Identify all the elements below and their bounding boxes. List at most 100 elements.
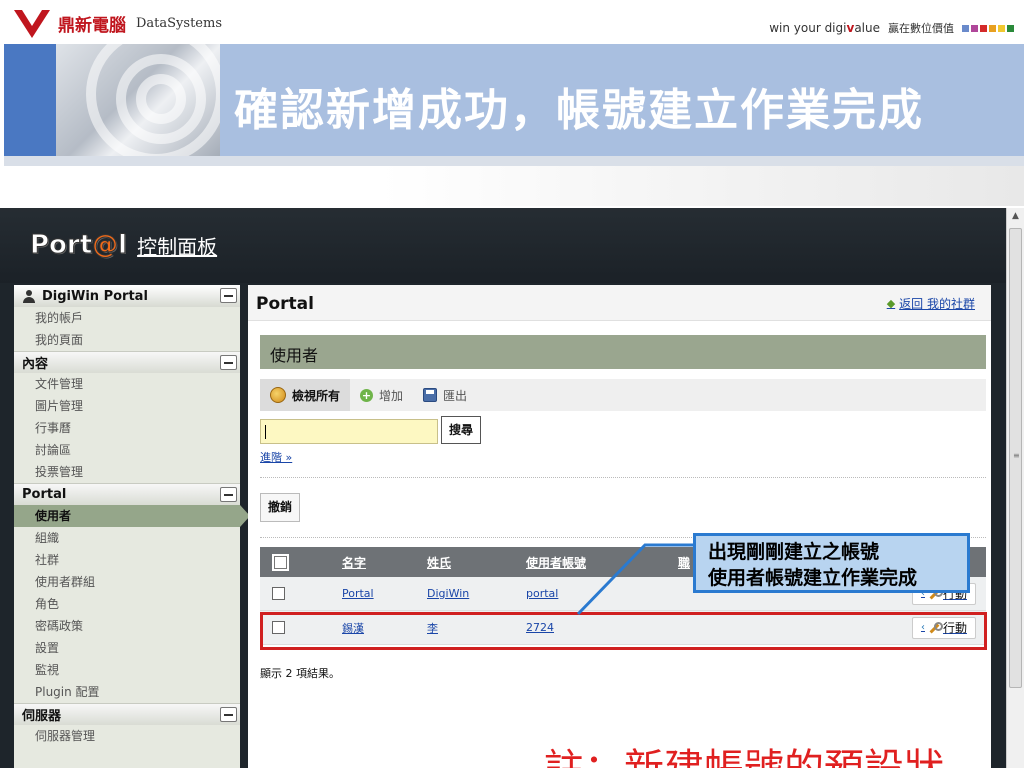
row-first-name[interactable]: Portal	[342, 587, 427, 600]
sidebar-item[interactable]: 使用者群組	[14, 571, 240, 593]
portal-logo-at: @	[92, 230, 119, 261]
deactivate-button[interactable]: 撤銷	[260, 493, 300, 522]
sidebar-item[interactable]: 文件管理	[14, 373, 240, 395]
sidebar-section-header[interactable]: 伺服器	[14, 703, 240, 725]
sidebar-item[interactable]: 組織	[14, 527, 240, 549]
header-last-name[interactable]: 姓氏	[427, 554, 526, 571]
scroll-thumb[interactable]: ≡	[1009, 228, 1022, 688]
row-last-name[interactable]: DigiWin	[427, 587, 526, 600]
divider	[260, 477, 986, 478]
slogan-color-squares	[962, 24, 1014, 32]
select-all-checkbox[interactable]	[272, 553, 289, 571]
control-panel-link[interactable]: 控制面板	[137, 231, 217, 260]
back-to-my-community-link[interactable]: ◆ 返回 我的社群	[887, 295, 975, 312]
banner-fade	[380, 166, 1024, 206]
slogan-chinese: 贏在數位價值	[888, 22, 954, 35]
tab-add[interactable]: + 增加	[350, 379, 413, 411]
sidebar-item[interactable]: 設置	[14, 637, 240, 659]
callout-box: 出現剛剛建立之帳號 使用者帳號建立作業完成	[693, 533, 970, 593]
portal-logo-area: Port@l 控制面板	[29, 230, 217, 261]
sidebar-item[interactable]: 圖片管理	[14, 395, 240, 417]
slogan-color-square	[962, 24, 969, 32]
logo-chinese-name: 鼎新電腦	[58, 15, 126, 36]
page-title: Portal	[256, 294, 314, 314]
sidebar-section-header[interactable]: Portal	[14, 483, 240, 505]
callout-line-2: 使用者帳號建立作業完成	[708, 567, 918, 589]
collapse-minus-icon[interactable]	[220, 487, 237, 502]
user-icon	[22, 289, 36, 303]
slogan-prefix: win your digi	[769, 21, 847, 35]
banner-bottom-strip	[4, 156, 1024, 166]
slogan-color-square	[980, 24, 987, 32]
slide-title: 確認新增成功，帳號建立作業完成	[234, 85, 924, 136]
collapse-minus-icon[interactable]	[220, 355, 237, 370]
slogan-v: v	[846, 21, 855, 35]
slogan: win your digi v alue 贏在數位價值	[769, 20, 1014, 36]
add-icon: +	[360, 388, 374, 402]
sidebar-item[interactable]: 我的頁面	[14, 329, 240, 351]
company-logo: 鼎新電腦 DataSystems	[12, 6, 222, 40]
sidebar-item[interactable]: 投票管理	[14, 461, 240, 483]
note-clip: 註：新建帳號的預設狀	[540, 730, 1006, 768]
result-count: 顯示 2 項結果。	[260, 667, 340, 680]
collapse-minus-icon[interactable]	[220, 288, 237, 303]
company-logo-mark-icon	[14, 10, 50, 38]
sidebar-item[interactable]: 角色	[14, 593, 240, 615]
vertical-scrollbar[interactable]: ▲ ≡	[1006, 208, 1024, 768]
advanced-search-link[interactable]: 進階 »	[260, 449, 292, 465]
back-arrow-icon: ◆	[886, 297, 896, 310]
sidebar: DigiWin Portal 我的帳戶 我的頁面內容 文件管理 圖片管理 行事曆 討論區 投票…	[14, 285, 250, 768]
sidebar-item[interactable]: 討論區	[14, 439, 240, 461]
portal-window: Port@l 控制面板 ▲ ≡ DigiWin Portal 我的帳戶 我的頁面內容…	[0, 208, 1024, 768]
sidebar-item[interactable]: Plugin 配置	[14, 681, 240, 703]
sidebar-item[interactable]: 行事曆	[14, 417, 240, 439]
row-account[interactable]: portal	[526, 587, 678, 600]
tab-view-all-label: 檢視所有	[292, 388, 341, 403]
slogan-color-square	[998, 24, 1005, 32]
slide-note: 註：新建帳號的預設狀	[544, 736, 944, 768]
row-checkbox[interactable]	[272, 587, 285, 600]
main-title-bar: Portal ◆ 返回 我的社群	[248, 285, 991, 321]
users-section-header: 使用者	[260, 335, 986, 369]
sidebar-item[interactable]: 伺服器管理	[14, 725, 240, 747]
sidebar-section-title: 內容	[22, 357, 49, 372]
sidebar-section-header[interactable]: DigiWin Portal	[14, 285, 240, 307]
header-first-name[interactable]: 名字	[342, 554, 427, 571]
new-account-highlight-box	[260, 612, 987, 650]
section-title: 使用者	[270, 346, 319, 365]
tab-export[interactable]: 匯出	[413, 379, 477, 411]
scroll-up-arrow-icon[interactable]: ▲	[1007, 208, 1024, 225]
callout-line-1: 出現剛剛建立之帳號	[708, 541, 880, 563]
back-link-label: 返回 我的社群	[899, 297, 975, 311]
search-input[interactable]	[260, 419, 438, 444]
slogan-suffix: alue	[854, 21, 880, 35]
sidebar-item[interactable]: 監視	[14, 659, 240, 681]
logo-english-name: DataSystems	[136, 15, 222, 31]
slogan-color-square	[1007, 24, 1014, 32]
select-all-cell	[260, 553, 342, 571]
search-button[interactable]: 搜尋	[441, 416, 481, 444]
tab-view-all[interactable]: 檢視所有	[260, 379, 351, 411]
collapse-minus-icon[interactable]	[220, 707, 237, 722]
portal-header: Port@l 控制面板	[0, 208, 1006, 283]
banner-top-bar: 鼎新電腦 DataSystems win your digi v alue 贏在數位…	[0, 0, 1024, 44]
slogan-color-square	[971, 24, 978, 32]
sidebar-item[interactable]: 社群	[14, 549, 240, 571]
sidebar-item[interactable]: 使用者	[14, 505, 250, 527]
scroll-grip-icon: ≡	[1013, 451, 1020, 460]
sidebar-item[interactable]: 密碼政策	[14, 615, 240, 637]
view-all-icon	[270, 387, 286, 403]
banner-staircase-image	[56, 44, 220, 156]
banner-accent-block	[4, 44, 56, 156]
row-select-cell	[260, 587, 342, 600]
slide-banner: 鼎新電腦 DataSystems win your digi v alue 贏在數位…	[0, 0, 1024, 168]
portal-logo-text: Port	[29, 230, 93, 261]
portal-logo[interactable]: Port@l	[29, 230, 127, 261]
sidebar-section-title: DigiWin Portal	[42, 288, 148, 304]
tab-export-label: 匯出	[443, 388, 468, 403]
header-account[interactable]: 使用者帳號	[526, 554, 678, 571]
sidebar-section-title: Portal	[22, 487, 67, 502]
sidebar-section-header[interactable]: 內容	[14, 351, 240, 373]
user-tabs: 檢視所有 + 增加 匯出	[260, 379, 986, 411]
sidebar-item[interactable]: 我的帳戶	[14, 307, 240, 329]
